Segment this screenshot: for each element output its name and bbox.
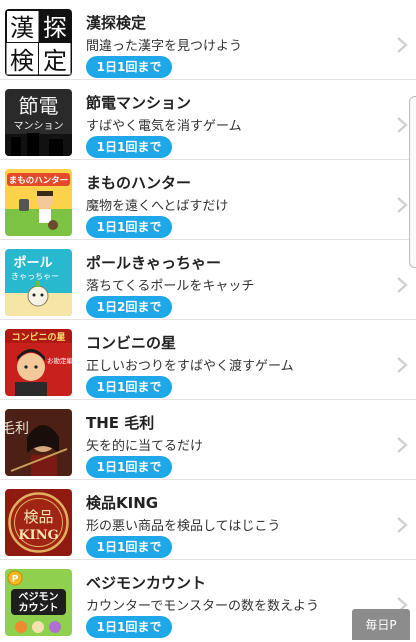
scrollbar[interactable]: [409, 96, 416, 268]
vegimon-count-icon: P ベジモン カウント: [5, 569, 72, 636]
icon-char-2: 探: [43, 14, 67, 42]
icon-title: 毛利: [5, 421, 29, 437]
play-limit-badge: 1日1回まで: [86, 56, 172, 78]
play-limit-badge: 1日1回まで: [86, 536, 172, 558]
game-title: コンビニの星: [86, 334, 177, 352]
game-list: 漢 探 検 定 漢探検定 間違った漢字を見つけよう 1日1回まで 節電 マンショ…: [0, 0, 416, 640]
game-title: まものハンター: [86, 174, 192, 192]
icon-title: まものハンター: [9, 175, 69, 186]
game-description: すばやく電気を消すゲーム: [86, 119, 242, 134]
game-description: 形の悪い商品を検品してはじこう: [86, 519, 281, 534]
icon-char-3: 検: [10, 47, 34, 75]
chevron-right-icon: [396, 276, 408, 294]
game-row-mamono-hunter[interactable]: まものハンター まものハンター 魔物を遠くへとばすだけ 1日1回まで: [0, 160, 416, 240]
game-title: THE 毛利: [86, 414, 155, 432]
the-mouri-icon: 毛利: [5, 409, 72, 476]
kanji-kentei-icon: 漢 探 検 定: [5, 9, 72, 76]
icon-subtitle: マンション: [14, 121, 64, 132]
game-title: 節電マンション: [86, 94, 192, 112]
icon-title: ベジモン: [19, 591, 59, 603]
icon-char-4: 定: [43, 47, 67, 75]
game-row-pole-catcher[interactable]: ポール きゃっちゃー ポールきゃっちゃー 落ちてくるポールをキャッチ 1日2回ま…: [0, 240, 416, 320]
game-title: ポールきゃっちゃー: [86, 254, 222, 272]
game-description: 正しいおつりをすばやく渡すゲーム: [86, 359, 294, 374]
play-limit-badge: 1日1回まで: [86, 456, 172, 478]
game-row-the-mouri[interactable]: 毛利 THE 毛利 矢を的に当てるだけ 1日1回まで: [0, 400, 416, 480]
icon-subtitle: きゃっちゃー: [11, 272, 59, 281]
game-title: 検品KING: [86, 494, 159, 512]
setsuden-mansion-icon: 節電 マンション: [5, 89, 72, 156]
mamono-hunter-icon: まものハンター: [5, 169, 72, 236]
play-limit-badge: 1日1回まで: [86, 376, 172, 398]
chevron-right-icon: [396, 436, 408, 454]
pole-catcher-icon: ポール きゃっちゃー: [5, 249, 72, 316]
chevron-right-icon: [396, 356, 408, 374]
play-limit-badge: 1日1回まで: [86, 136, 172, 158]
icon-subtitle: KING: [18, 528, 58, 543]
game-row-konbini-no-hoshi[interactable]: コンビニの星 お勘定編 コンビニの星 正しいおつりをすばやく渡すゲーム 1日1回…: [0, 320, 416, 400]
icon-coin-label: P: [12, 575, 19, 585]
game-description: 間違った漢字を見つけよう: [86, 39, 243, 54]
game-description: 矢を的に当てるだけ: [86, 439, 204, 454]
game-title: ベジモンカウント: [86, 574, 207, 592]
game-row-setsuden-mansion[interactable]: 節電 マンション 節電マンション すばやく電気を消すゲーム 1日1回まで: [0, 80, 416, 160]
game-row-kanji-kentei[interactable]: 漢 探 検 定 漢探検定 間違った漢字を見つけよう 1日1回まで: [0, 0, 416, 80]
icon-title: ポール: [13, 255, 52, 271]
game-description: 魔物を遠くへとばすだけ: [86, 199, 229, 214]
play-limit-badge: 1日2回まで: [86, 296, 172, 318]
icon-title: 検品: [23, 508, 53, 526]
kenpin-king-icon: 検品 KING: [5, 489, 72, 556]
game-description: 落ちてくるポールをキャッチ: [86, 279, 255, 294]
icon-title: コンビニの星: [11, 331, 65, 343]
play-limit-badge: 1日1回まで: [86, 616, 172, 638]
game-row-kenpin-king[interactable]: 検品 KING 検品KING 形の悪い商品を検品してはじこう 1日1回まで: [0, 480, 416, 560]
icon-title: 節電: [19, 94, 59, 118]
icon-subtitle: お勘定編: [47, 356, 72, 365]
play-limit-badge: 1日1回まで: [86, 216, 172, 238]
chevron-right-icon: [396, 196, 408, 214]
game-description: カウンターでモンスターの数を数えよう: [86, 599, 319, 614]
chevron-right-icon: [396, 36, 408, 54]
chevron-right-icon: [396, 516, 408, 534]
game-title: 漢探検定: [86, 14, 147, 32]
icon-char-1: 漢: [10, 14, 34, 42]
daily-points-button[interactable]: 毎日P: [352, 609, 410, 640]
icon-subtitle: カウント: [19, 602, 59, 614]
chevron-right-icon: [396, 116, 408, 134]
konbini-no-hoshi-icon: コンビニの星 お勘定編: [5, 329, 72, 396]
